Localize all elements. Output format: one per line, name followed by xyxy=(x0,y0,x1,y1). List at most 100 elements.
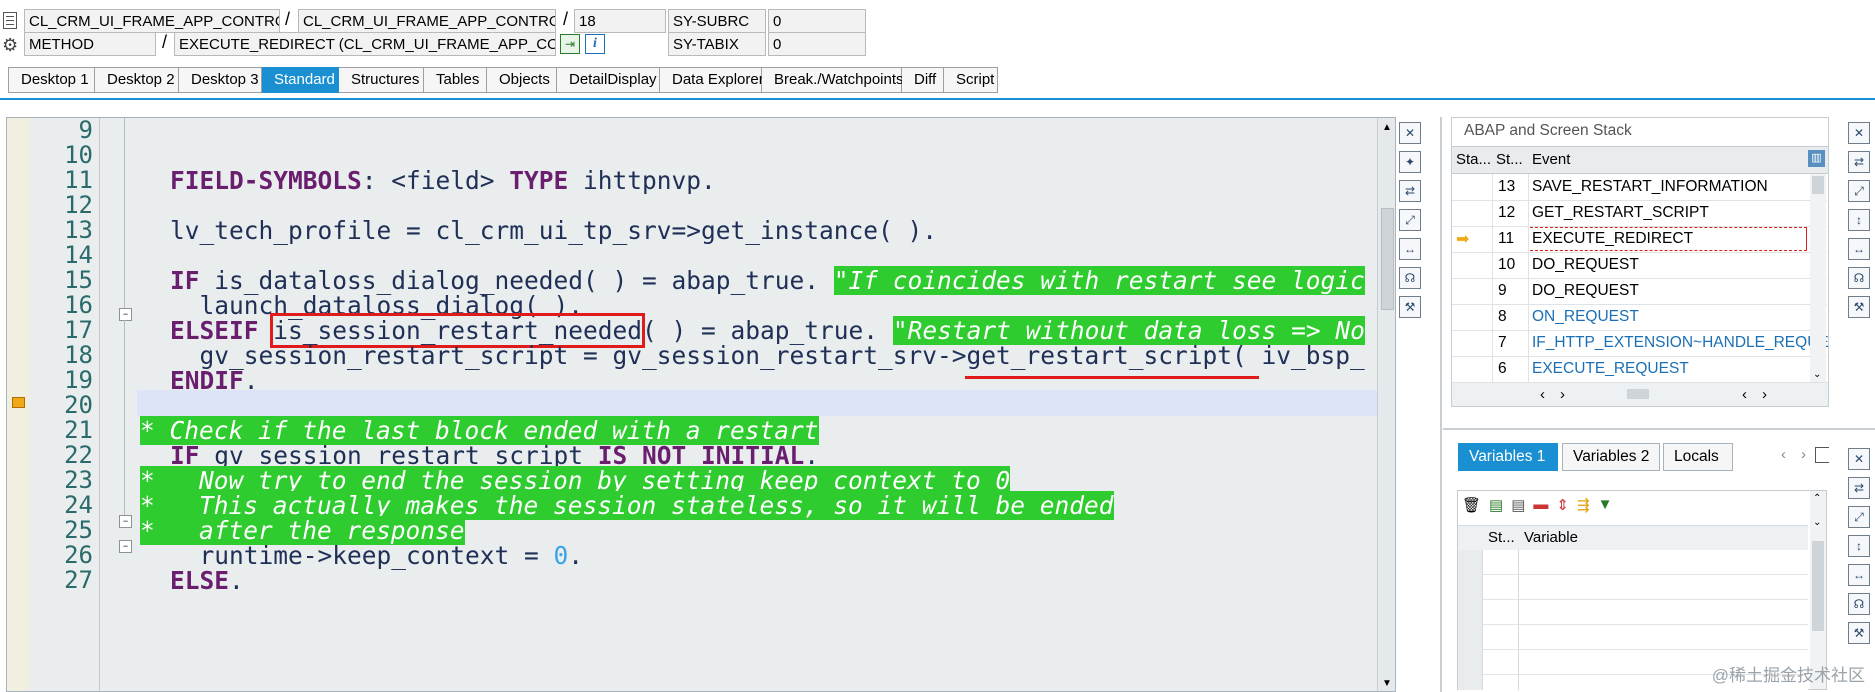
maximize-icon[interactable]: ⤢ xyxy=(1848,506,1870,528)
stack-row[interactable]: ➡ 11 EXECUTE_REDIRECT xyxy=(1452,226,1827,253)
variables-vertical-scrollbar[interactable]: ⌃ ⌄ xyxy=(1810,491,1826,689)
headset-icon[interactable]: ☊ xyxy=(1848,267,1870,289)
info-icon[interactable]: i xyxy=(585,34,605,54)
fold-toggle-icon[interactable]: − xyxy=(119,540,132,553)
new-window-icon[interactable] xyxy=(1815,447,1829,463)
editor-vertical-scrollbar[interactable]: ▲ ▼ xyxy=(1377,118,1395,691)
vertical-splitter[interactable] xyxy=(1440,117,1442,692)
tab-objects[interactable]: Objects xyxy=(487,67,557,93)
close-panel-icon[interactable]: ✕ xyxy=(1848,448,1870,470)
stack-row[interactable]: 7 IF_HTTP_EXTENSION~HANDLE_REQUE... xyxy=(1452,330,1828,357)
line-number: 21 xyxy=(64,416,93,444)
chevron-right-icon[interactable]: › xyxy=(1560,386,1565,403)
resize-width-icon[interactable]: ↔ xyxy=(1399,238,1421,260)
tab-desktop-3[interactable]: Desktop 3 xyxy=(179,67,262,93)
line-number-field[interactable]: 18 xyxy=(574,9,666,33)
settings-tool-icon[interactable]: ⚒ xyxy=(1848,296,1870,318)
insert-icon[interactable]: ▤ xyxy=(1489,496,1503,514)
chevron-right-icon[interactable]: › xyxy=(1762,386,1767,403)
stack-vertical-scrollbar[interactable]: ⌄ xyxy=(1810,174,1826,382)
settings-tool-icon[interactable]: ⚒ xyxy=(1399,296,1421,318)
close-panel-icon[interactable]: ✕ xyxy=(1848,122,1870,144)
include-field[interactable]: CL_CRM_UI_FRAME_APP_CONTROLLE... xyxy=(298,9,556,33)
scroll-up-icon[interactable]: ▲ xyxy=(1382,122,1392,133)
method-field[interactable]: EXECUTE_REDIRECT (CL_CRM_UI_FRAME_APP_CO… xyxy=(174,32,556,56)
scroll-down-icon[interactable]: ⌄ xyxy=(1813,369,1821,380)
tab-standard[interactable]: Standard xyxy=(262,67,339,93)
stack-row[interactable]: 10 DO_REQUEST xyxy=(1452,252,1827,279)
headset-icon[interactable]: ☊ xyxy=(1399,267,1421,289)
scroll-down-icon[interactable]: ⌄ xyxy=(1813,517,1821,528)
maximize-icon[interactable]: ⤢ xyxy=(1399,209,1421,231)
scroll-thumb[interactable] xyxy=(1381,208,1394,310)
fold-toggle-icon[interactable]: − xyxy=(119,308,132,321)
navigate-icon[interactable]: ⇥ xyxy=(560,34,580,54)
stack-row[interactable]: 9 DO_REQUEST xyxy=(1452,278,1827,305)
scroll-thumb[interactable] xyxy=(1812,541,1824,631)
resize-width-icon[interactable]: ↔ xyxy=(1848,564,1870,586)
stack-row[interactable]: 12 GET_RESTART_SCRIPT xyxy=(1452,200,1827,227)
tab-detaildisplay[interactable]: DetailDisplay xyxy=(557,67,660,93)
line-number: 13 xyxy=(64,216,93,244)
tab-structures[interactable]: Structures xyxy=(339,67,424,93)
line-number: 12 xyxy=(64,191,93,219)
tab-breakpoints[interactable]: Break./Watchpoints xyxy=(762,67,904,93)
remove-icon[interactable]: ▬ xyxy=(1533,496,1548,514)
stack-row[interactable]: 6 EXECUTE_REQUEST xyxy=(1452,356,1827,383)
type-field[interactable]: METHOD xyxy=(24,32,156,56)
replace-tool-icon[interactable]: ⇄ xyxy=(1399,180,1421,202)
tab-data-explorer[interactable]: Data Explorer xyxy=(660,67,764,93)
column-separator xyxy=(1528,174,1529,200)
tab-variables-1[interactable]: Variables 1 xyxy=(1458,443,1558,471)
sysvar-value-1[interactable]: 0 xyxy=(768,9,866,33)
tab-desktop-1[interactable]: Desktop 1 xyxy=(8,67,95,93)
chevron-left-icon[interactable]: ‹ xyxy=(1540,386,1545,403)
transfer-icon[interactable]: ⇶ xyxy=(1577,496,1590,514)
tab-script[interactable]: Script xyxy=(944,67,998,93)
stack-row[interactable]: 13 SAVE_RESTART_INFORMATION xyxy=(1452,174,1827,201)
maximize-icon[interactable]: ⤢ xyxy=(1848,180,1870,202)
column-header-event[interactable]: Event xyxy=(1532,151,1570,168)
headset-icon[interactable]: ☊ xyxy=(1848,593,1870,615)
column-header-status[interactable]: Sta... xyxy=(1456,151,1491,168)
tab-diff[interactable]: Diff xyxy=(902,67,944,93)
scroll-thumb[interactable] xyxy=(1627,389,1649,399)
replace-tool-icon[interactable]: ⇄ xyxy=(1848,477,1870,499)
delete-icon[interactable]: 🗑 xyxy=(1462,496,1481,514)
fold-toggle-icon[interactable]: − xyxy=(119,515,132,528)
split-icon[interactable]: ⇕ xyxy=(1556,496,1569,514)
sysvar-value-2[interactable]: 0 xyxy=(768,32,866,56)
close-panel-icon[interactable]: ✕ xyxy=(1399,122,1421,144)
tab-variables-2[interactable]: Variables 2 xyxy=(1562,443,1660,471)
scroll-up-icon[interactable]: ⌃ xyxy=(1813,493,1821,504)
source-code-editor[interactable]: − − − 9 10 11 12 13 14 15 16 17 18 19 20… xyxy=(6,117,1396,692)
stack-level: 7 xyxy=(1498,334,1507,351)
chevron-left-icon[interactable]: ‹ xyxy=(1781,446,1786,463)
replace-tool-icon[interactable]: ⇄ xyxy=(1848,151,1870,173)
tab-locals[interactable]: Locals xyxy=(1663,443,1733,471)
status-cell xyxy=(1452,356,1492,382)
column-header-status[interactable]: St... xyxy=(1488,529,1515,546)
stack-event[interactable]: EXECUTE_REQUEST xyxy=(1532,360,1689,378)
settings-tool-icon[interactable]: ⚒ xyxy=(1848,622,1870,644)
resize-width-icon[interactable]: ↔ xyxy=(1848,238,1870,260)
column-header-level[interactable]: St... xyxy=(1496,151,1523,168)
scroll-down-icon[interactable]: ▼ xyxy=(1382,678,1392,689)
scroll-thumb[interactable] xyxy=(1812,176,1824,194)
chevron-right-icon[interactable]: › xyxy=(1801,446,1806,463)
insert-below-icon[interactable]: ▤ xyxy=(1511,496,1525,514)
horizontal-splitter[interactable] xyxy=(1443,428,1875,430)
stack-row[interactable]: 8 ON_REQUEST xyxy=(1452,304,1827,331)
chevron-left-icon[interactable]: ‹ xyxy=(1742,386,1747,403)
resize-height-icon[interactable]: ↕ xyxy=(1848,535,1870,557)
filter-icon[interactable]: ▼ xyxy=(1598,496,1613,514)
stack-event[interactable]: ON_REQUEST xyxy=(1532,308,1639,326)
column-config-icon[interactable]: ▥ xyxy=(1808,150,1825,167)
class-field[interactable]: CL_CRM_UI_FRAME_APP_CONTROLLE... xyxy=(24,9,280,33)
tab-tables[interactable]: Tables xyxy=(424,67,487,93)
stack-event[interactable]: IF_HTTP_EXTENSION~HANDLE_REQUE... xyxy=(1532,334,1828,352)
tab-desktop-2[interactable]: Desktop 2 xyxy=(95,67,179,93)
column-header-variable[interactable]: Variable xyxy=(1524,529,1578,546)
new-tool-icon[interactable]: ✦ xyxy=(1399,151,1421,173)
resize-height-icon[interactable]: ↕ xyxy=(1848,209,1870,231)
